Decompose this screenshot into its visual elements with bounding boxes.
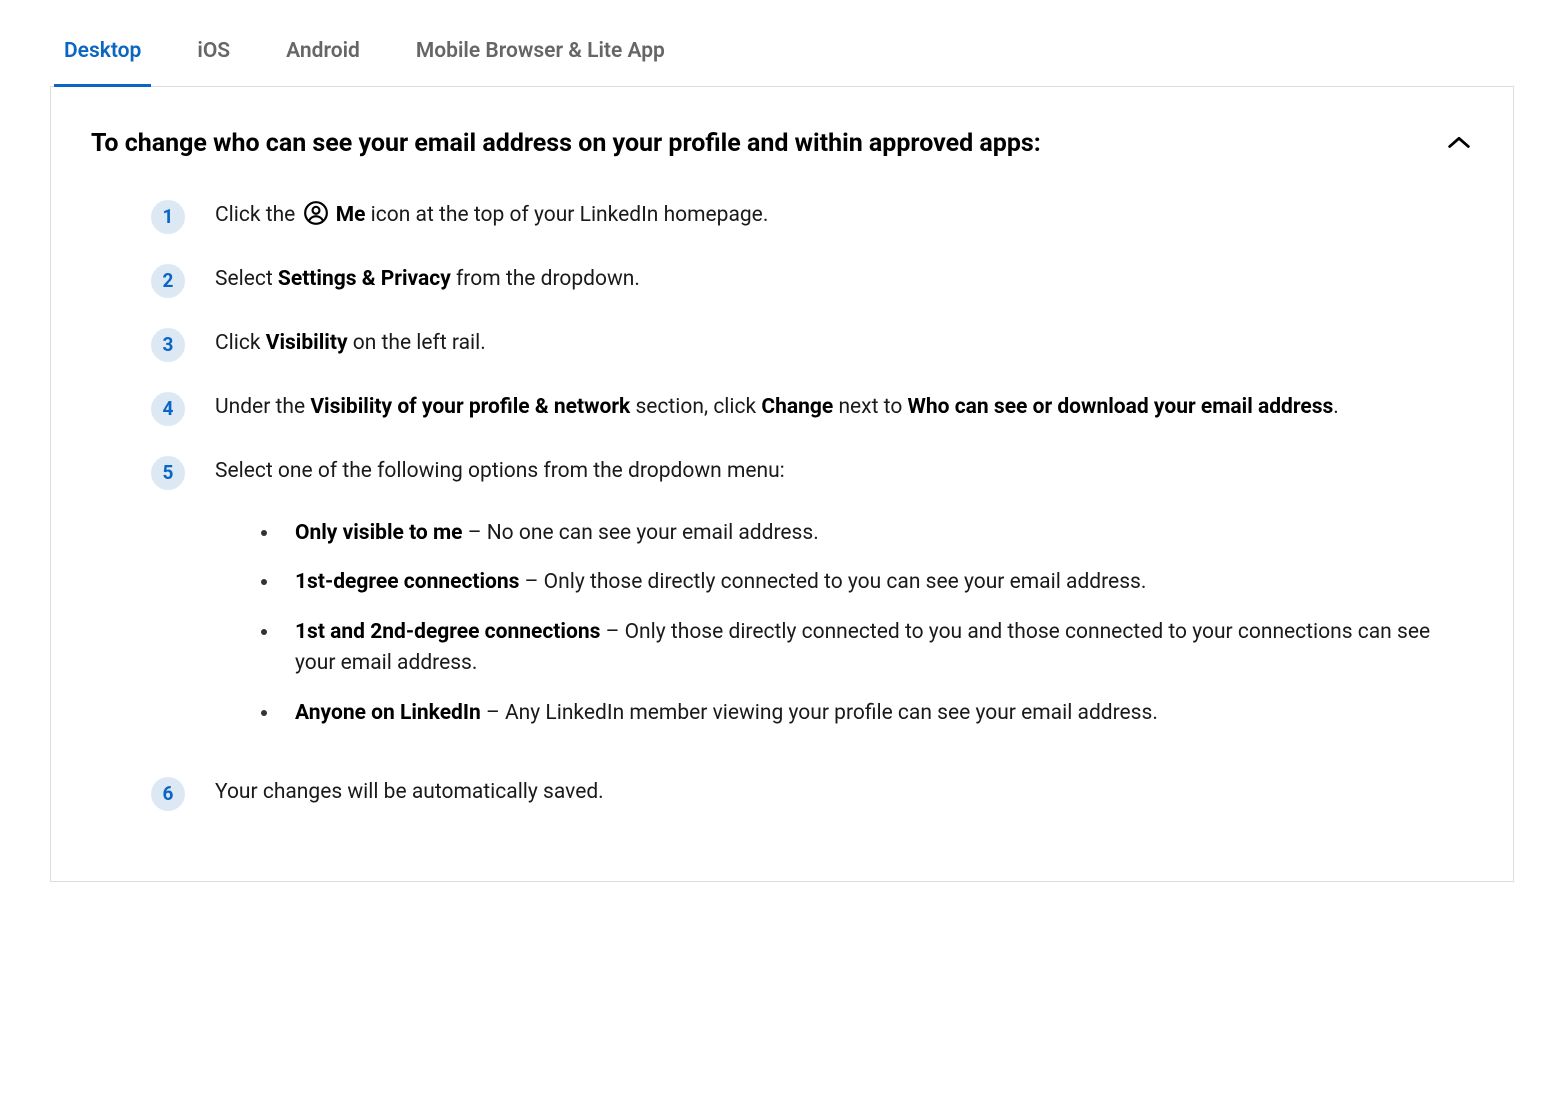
step-text: Under the Visibility of your profile & n… xyxy=(215,392,1453,424)
step-number: 4 xyxy=(151,392,185,426)
option-text: Anyone on LinkedIn – Any LinkedIn member… xyxy=(295,698,1453,730)
option-text: 1st-degree connections – Only those dire… xyxy=(295,567,1453,599)
tab-android[interactable]: Android xyxy=(282,20,364,86)
step-number: 1 xyxy=(151,200,185,234)
tab-desktop[interactable]: Desktop xyxy=(60,20,145,86)
step-text: Click Visibility on the left rail. xyxy=(215,328,1453,360)
instructions-panel: To change who can see your email address… xyxy=(50,87,1514,883)
step-text: Click the Me icon at the top of your Lin… xyxy=(215,200,1453,232)
step-4: 4 Under the Visibility of your profile &… xyxy=(151,392,1453,426)
bullet-icon xyxy=(261,530,267,536)
steps-list: 1 Click the Me icon at the top of your L… xyxy=(91,200,1473,811)
bullet-icon xyxy=(261,579,267,585)
step-1: 1 Click the Me icon at the top of your L… xyxy=(151,200,1453,234)
chevron-up-icon xyxy=(1445,129,1473,157)
platform-tabs: Desktop iOS Android Mobile Browser & Lit… xyxy=(50,20,1514,87)
step-5: 5 Select one of the following options fr… xyxy=(151,456,1453,747)
step-6: 6 Your changes will be automatically sav… xyxy=(151,777,1453,811)
step-number: 2 xyxy=(151,264,185,298)
step-number: 6 xyxy=(151,777,185,811)
option-1st-2nd-degree: 1st and 2nd-degree connections – Only th… xyxy=(261,617,1453,680)
step-text: Select one of the following options from… xyxy=(215,456,1453,747)
option-text: Only visible to me – No one can see your… xyxy=(295,518,1453,550)
tab-mobile-browser[interactable]: Mobile Browser & Lite App xyxy=(412,20,669,86)
options-list: Only visible to me – No one can see your… xyxy=(215,518,1453,730)
step-text: Your changes will be automatically saved… xyxy=(215,777,1453,809)
step-number: 5 xyxy=(151,456,185,490)
option-anyone: Anyone on LinkedIn – Any LinkedIn member… xyxy=(261,698,1453,730)
option-text: 1st and 2nd-degree connections – Only th… xyxy=(295,617,1453,680)
bullet-icon xyxy=(261,710,267,716)
section-heading: To change who can see your email address… xyxy=(91,127,1425,161)
accordion-header[interactable]: To change who can see your email address… xyxy=(91,127,1473,161)
step-number: 3 xyxy=(151,328,185,362)
tab-ios[interactable]: iOS xyxy=(193,20,234,86)
me-icon xyxy=(303,200,329,226)
step-2: 2 Select Settings & Privacy from the dro… xyxy=(151,264,1453,298)
bullet-icon xyxy=(261,629,267,635)
option-only-me: Only visible to me – No one can see your… xyxy=(261,518,1453,550)
step-3: 3 Click Visibility on the left rail. xyxy=(151,328,1453,362)
step-text: Select Settings & Privacy from the dropd… xyxy=(215,264,1453,296)
option-1st-degree: 1st-degree connections – Only those dire… xyxy=(261,567,1453,599)
